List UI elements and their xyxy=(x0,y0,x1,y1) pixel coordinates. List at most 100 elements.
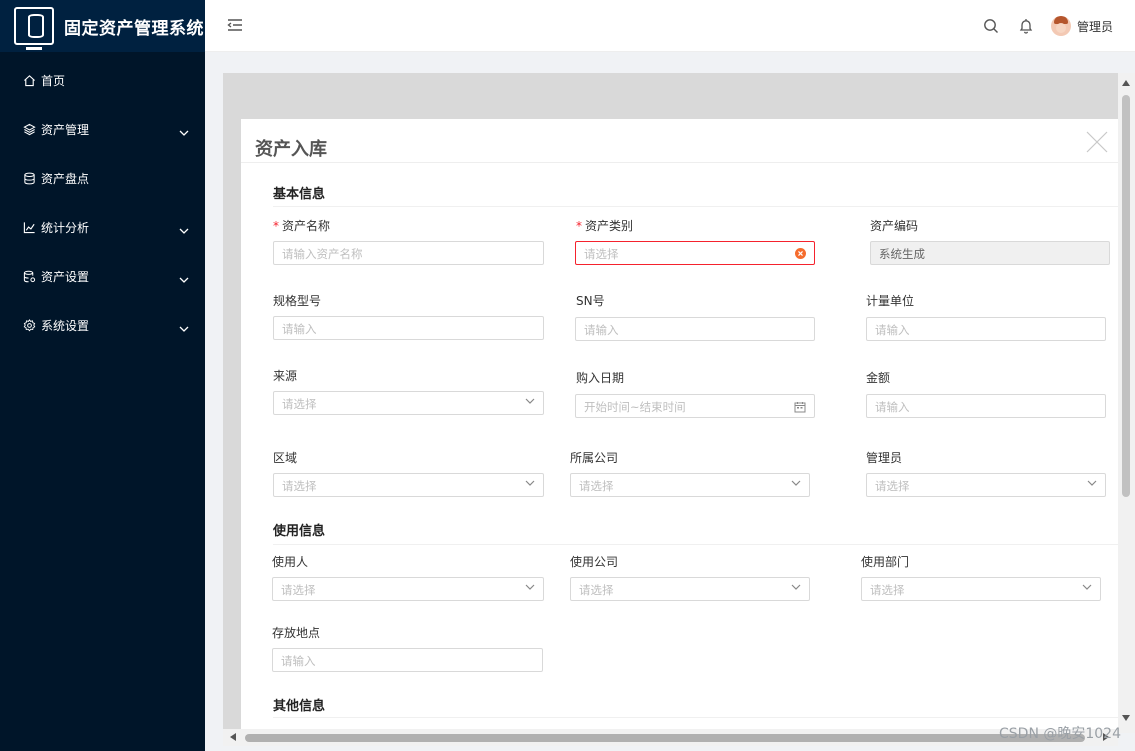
manager-select[interactable]: 请选择 xyxy=(866,473,1106,497)
placeholder: 请输入资产名称 xyxy=(282,247,363,261)
unit-label: 计量单位 xyxy=(866,294,915,308)
location-input[interactable]: 请输入 xyxy=(272,648,543,672)
sidebar-item-label: 系统设置 xyxy=(41,319,90,333)
chevron-down-icon xyxy=(1087,480,1097,487)
asset-category-select[interactable]: 请选择 xyxy=(575,241,815,265)
sn-input[interactable]: 请输入 xyxy=(575,317,815,341)
chevron-down-icon xyxy=(791,584,801,591)
placeholder: 请输入 xyxy=(282,322,317,336)
asset-code-label: 资产编码 xyxy=(870,219,919,233)
scrollbar-thumb[interactable] xyxy=(245,734,1085,742)
sidebar-item-asset-settings[interactable]: 资产设置 xyxy=(0,252,205,301)
divider xyxy=(273,544,1118,545)
sidebar: 固定资产管理系统 首页 资产管理 资产盘点 统计分析 资产设置 系统设置 xyxy=(0,0,205,751)
close-icon[interactable] xyxy=(1086,131,1108,156)
source-label: 来源 xyxy=(273,369,298,383)
placeholder: 请输入 xyxy=(875,323,910,337)
company-label: 所属公司 xyxy=(570,451,619,465)
chevron-down-icon xyxy=(179,224,189,238)
sn-label: SN号 xyxy=(576,294,605,308)
sidebar-item-system-settings[interactable]: 系统设置 xyxy=(0,301,205,350)
manager-label: 管理员 xyxy=(866,451,903,465)
scrollbar-thumb[interactable] xyxy=(1122,95,1130,497)
app-title: 固定资产管理系统 xyxy=(64,18,204,39)
layers-icon xyxy=(22,123,36,137)
unit-input[interactable]: 请输入 xyxy=(866,317,1106,341)
placeholder: 请选择 xyxy=(579,583,614,597)
user-name[interactable]: 管理员 xyxy=(1077,18,1113,35)
sidebar-item-label: 资产设置 xyxy=(41,270,90,284)
region-select[interactable]: 请选择 xyxy=(273,473,544,497)
sidebar-item-asset-management[interactable]: 资产管理 xyxy=(0,105,205,154)
gear-icon xyxy=(22,319,36,333)
sidebar-item-label: 资产盘点 xyxy=(41,172,90,186)
home-icon xyxy=(22,74,36,88)
placeholder: 请选择 xyxy=(281,583,316,597)
amount-input[interactable]: 请输入 xyxy=(866,394,1106,418)
user-company-select[interactable]: 请选择 xyxy=(570,577,810,601)
placeholder: 请输入 xyxy=(875,400,910,414)
asset-code-field: 系统生成 xyxy=(870,241,1110,265)
placeholder: 请选择 xyxy=(875,479,910,493)
placeholder: 请选择 xyxy=(282,479,317,493)
search-icon[interactable] xyxy=(983,18,999,34)
section-title-basic: 基本信息 xyxy=(273,187,326,202)
asset-name-label: * 资产名称 xyxy=(273,219,331,233)
header-actions: 管理员 xyxy=(963,0,1113,52)
spec-model-label: 规格型号 xyxy=(273,294,322,308)
section-title-usage: 使用信息 xyxy=(273,524,326,539)
asset-entry-dialog: 资产入库 基本信息 * 资产名称 请输入资产名称 * 资产类别 请选择 资产编码 系… xyxy=(241,119,1118,733)
chevron-down-icon xyxy=(179,273,189,287)
user-dept-select[interactable]: 请选择 xyxy=(861,577,1101,601)
line-chart-icon xyxy=(22,221,36,235)
chevron-down-icon xyxy=(179,126,189,140)
divider xyxy=(273,717,1118,718)
placeholder: 请输入 xyxy=(281,654,316,668)
placeholder: 请输入 xyxy=(584,323,619,337)
calendar-icon xyxy=(794,401,806,413)
bell-icon[interactable] xyxy=(1019,18,1033,34)
sidebar-item-label: 资产管理 xyxy=(41,123,90,137)
placeholder: 请选择 xyxy=(282,397,317,411)
location-label: 存放地点 xyxy=(272,626,321,640)
top-header: 管理员 xyxy=(205,0,1135,52)
section-title-other: 其他信息 xyxy=(273,699,326,714)
sidebar-item-label: 统计分析 xyxy=(41,221,90,235)
logo-icon xyxy=(14,7,54,50)
vertical-scrollbar[interactable] xyxy=(1118,73,1135,733)
scroll-down-icon[interactable] xyxy=(1122,715,1130,721)
asset-name-input[interactable]: 请输入资产名称 xyxy=(273,241,544,265)
divider xyxy=(273,206,1118,207)
purchase-date-range[interactable]: 开始时间~结束时间 xyxy=(575,394,815,418)
user-company-label: 使用公司 xyxy=(570,555,619,569)
placeholder: 开始时间~结束时间 xyxy=(584,400,686,414)
sidebar-item-home[interactable]: 首页 xyxy=(0,56,205,105)
avatar[interactable] xyxy=(1050,16,1071,36)
user-label: 使用人 xyxy=(272,555,309,569)
sidebar-item-asset-inventory[interactable]: 资产盘点 xyxy=(0,154,205,203)
chevron-down-icon xyxy=(525,584,535,591)
user-select[interactable]: 请选择 xyxy=(272,577,544,601)
user-dept-label: 使用部门 xyxy=(861,555,910,569)
scroll-up-icon[interactable] xyxy=(1122,80,1130,86)
sidebar-item-label: 首页 xyxy=(41,74,66,88)
spec-model-input[interactable]: 请输入 xyxy=(273,316,544,340)
placeholder: 请选择 xyxy=(584,247,619,261)
asset-code-value: 系统生成 xyxy=(879,247,925,261)
database-settings-icon xyxy=(22,270,36,284)
company-select[interactable]: 请选择 xyxy=(570,473,810,497)
horizontal-scrollbar[interactable] xyxy=(223,729,1118,746)
sidebar-item-statistics[interactable]: 统计分析 xyxy=(0,203,205,252)
chevron-down-icon xyxy=(791,480,801,487)
amount-label: 金额 xyxy=(866,371,891,385)
chevron-down-icon xyxy=(179,322,189,336)
chevron-down-icon xyxy=(1082,584,1092,591)
source-select[interactable]: 请选择 xyxy=(273,391,544,415)
clear-icon[interactable] xyxy=(795,248,806,259)
scroll-left-icon[interactable] xyxy=(230,733,236,741)
brand: 固定资产管理系统 xyxy=(0,0,205,52)
menu-fold-icon[interactable] xyxy=(227,18,243,35)
sidebar-menu: 首页 资产管理 资产盘点 统计分析 资产设置 系统设置 xyxy=(0,52,205,350)
dialog-title: 资产入库 xyxy=(255,139,327,160)
placeholder: 请选择 xyxy=(870,583,905,597)
